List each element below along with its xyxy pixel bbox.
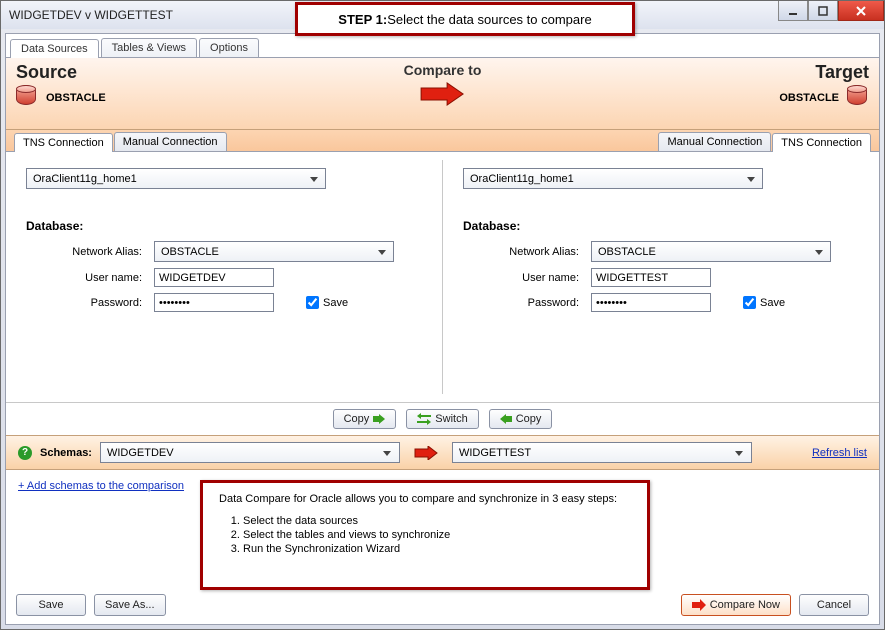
chevron-down-icon <box>380 446 395 461</box>
source-oracle-home-select[interactable]: OraClient11g_home1 <box>26 168 326 189</box>
minimize-button[interactable] <box>778 1 808 21</box>
database-icon <box>16 85 38 111</box>
cancel-label: Cancel <box>817 599 851 611</box>
refresh-list-link[interactable]: Refresh list <box>812 447 867 459</box>
schemas-arrow-icon <box>414 446 438 460</box>
maximize-icon <box>818 6 828 16</box>
maximize-button[interactable] <box>808 1 838 21</box>
cancel-button[interactable]: Cancel <box>799 594 869 616</box>
chevron-down-icon <box>374 245 389 260</box>
save-label: Save <box>38 599 63 611</box>
step-callout: STEP 1: Select the data sources to compa… <box>295 2 635 36</box>
target-password-input[interactable] <box>591 293 711 312</box>
schemas-bar: ? Schemas: WIDGETDEV WIDGETTEST Refresh … <box>6 435 879 470</box>
window-title: WIDGETDEV v WIDGETTEST <box>5 8 173 22</box>
database-heading: Database: <box>463 219 859 233</box>
close-icon <box>855 5 867 17</box>
compare-now-button[interactable]: Compare Now <box>681 594 791 616</box>
target-save-checkbox[interactable] <box>743 296 756 309</box>
user-name-label: User name: <box>26 272 146 284</box>
target-pane: OraClient11g_home1 Database: Network Ali… <box>443 152 879 402</box>
help-icon[interactable]: ? <box>18 446 32 460</box>
save-as-button[interactable]: Save As... <box>94 594 166 616</box>
add-schemas-link[interactable]: + Add schemas to the comparison <box>18 480 184 492</box>
bottom-bar: Save Save As... Compare Now Cancel <box>16 594 869 616</box>
password-label: Password: <box>26 297 146 309</box>
target-username-input[interactable] <box>591 268 711 287</box>
compare-arrow-icon <box>419 82 465 106</box>
switch-button[interactable]: Switch <box>406 409 478 429</box>
description-intro: Data Compare for Oracle allows you to co… <box>219 493 631 505</box>
step-3-text: Run the Synchronization Wizard <box>243 543 631 555</box>
source-tns-tab[interactable]: TNS Connection <box>14 133 113 152</box>
source-username-input[interactable] <box>154 268 274 287</box>
target-network-alias-select[interactable]: OBSTACLE <box>591 241 831 262</box>
target-schema-select[interactable]: WIDGETTEST <box>452 442 752 463</box>
source-password-input[interactable] <box>154 293 274 312</box>
network-alias-label: Network Alias: <box>463 246 583 258</box>
arrow-right-icon <box>373 414 385 424</box>
copy-left-button[interactable]: Copy <box>489 409 553 429</box>
target-oracle-home-value: OraClient11g_home1 <box>470 173 574 185</box>
tab-options[interactable]: Options <box>199 38 259 57</box>
copy-switch-bar: Copy Switch Copy <box>6 402 879 435</box>
step-1-text: Select the data sources <box>243 515 631 527</box>
chevron-down-icon <box>743 172 758 187</box>
user-name-label: User name: <box>463 272 583 284</box>
network-alias-label: Network Alias: <box>26 246 146 258</box>
source-label: Source <box>16 62 433 83</box>
save-as-label: Save As... <box>105 599 155 611</box>
target-manual-tab[interactable]: Manual Connection <box>658 132 771 151</box>
minimize-icon <box>788 6 798 16</box>
schemas-label: Schemas: <box>40 447 92 459</box>
source-schema-select[interactable]: WIDGETDEV <box>100 442 400 463</box>
copy-left-label: Copy <box>516 413 542 425</box>
copy-right-button[interactable]: Copy <box>333 409 397 429</box>
step-bold: STEP 1: <box>338 12 387 27</box>
target-oracle-home-select[interactable]: OraClient11g_home1 <box>463 168 763 189</box>
main-tabs: Data Sources Tables & Views Options <box>6 34 879 58</box>
target-name: OBSTACLE <box>779 92 839 104</box>
step-2-text: Select the tables and views to synchroni… <box>243 529 631 541</box>
save-label: Save <box>760 297 785 309</box>
source-name: OBSTACLE <box>46 92 106 104</box>
arrow-right-icon <box>692 599 706 611</box>
source-pane: OraClient11g_home1 Database: Network Ali… <box>6 152 442 402</box>
compare-now-label: Compare Now <box>710 599 780 611</box>
description-callout: Data Compare for Oracle allows you to co… <box>200 480 650 590</box>
database-heading: Database: <box>26 219 422 233</box>
source-network-alias-select[interactable]: OBSTACLE <box>154 241 394 262</box>
step-text: Select the data sources to compare <box>387 12 592 27</box>
connection-tabs-row: TNS Connection Manual Connection Manual … <box>6 130 879 152</box>
switch-label: Switch <box>435 413 467 425</box>
save-label: Save <box>323 297 348 309</box>
target-schema-value: WIDGETTEST <box>459 447 531 459</box>
close-button[interactable] <box>838 1 884 21</box>
source-schema-value: WIDGETDEV <box>107 447 174 459</box>
tab-data-sources[interactable]: Data Sources <box>10 39 99 58</box>
source-manual-tab[interactable]: Manual Connection <box>114 132 227 151</box>
source-network-alias-value: OBSTACLE <box>161 246 219 258</box>
arrow-left-icon <box>500 414 512 424</box>
source-target-header: Source OBSTACLE Compare to Target OBSTAC… <box>6 58 879 130</box>
source-oracle-home-value: OraClient11g_home1 <box>33 173 137 185</box>
save-button[interactable]: Save <box>16 594 86 616</box>
target-network-alias-value: OBSTACLE <box>598 246 656 258</box>
target-tns-tab[interactable]: TNS Connection <box>772 133 871 152</box>
database-icon <box>847 85 869 111</box>
tab-tables-views[interactable]: Tables & Views <box>101 38 197 57</box>
switch-icon <box>417 413 431 425</box>
source-save-checkbox[interactable] <box>306 296 319 309</box>
copy-right-label: Copy <box>344 413 370 425</box>
compare-to-label: Compare to <box>404 62 482 78</box>
password-label: Password: <box>463 297 583 309</box>
target-label: Target <box>815 62 869 83</box>
chevron-down-icon <box>732 446 747 461</box>
chevron-down-icon <box>811 245 826 260</box>
chevron-down-icon <box>306 172 321 187</box>
